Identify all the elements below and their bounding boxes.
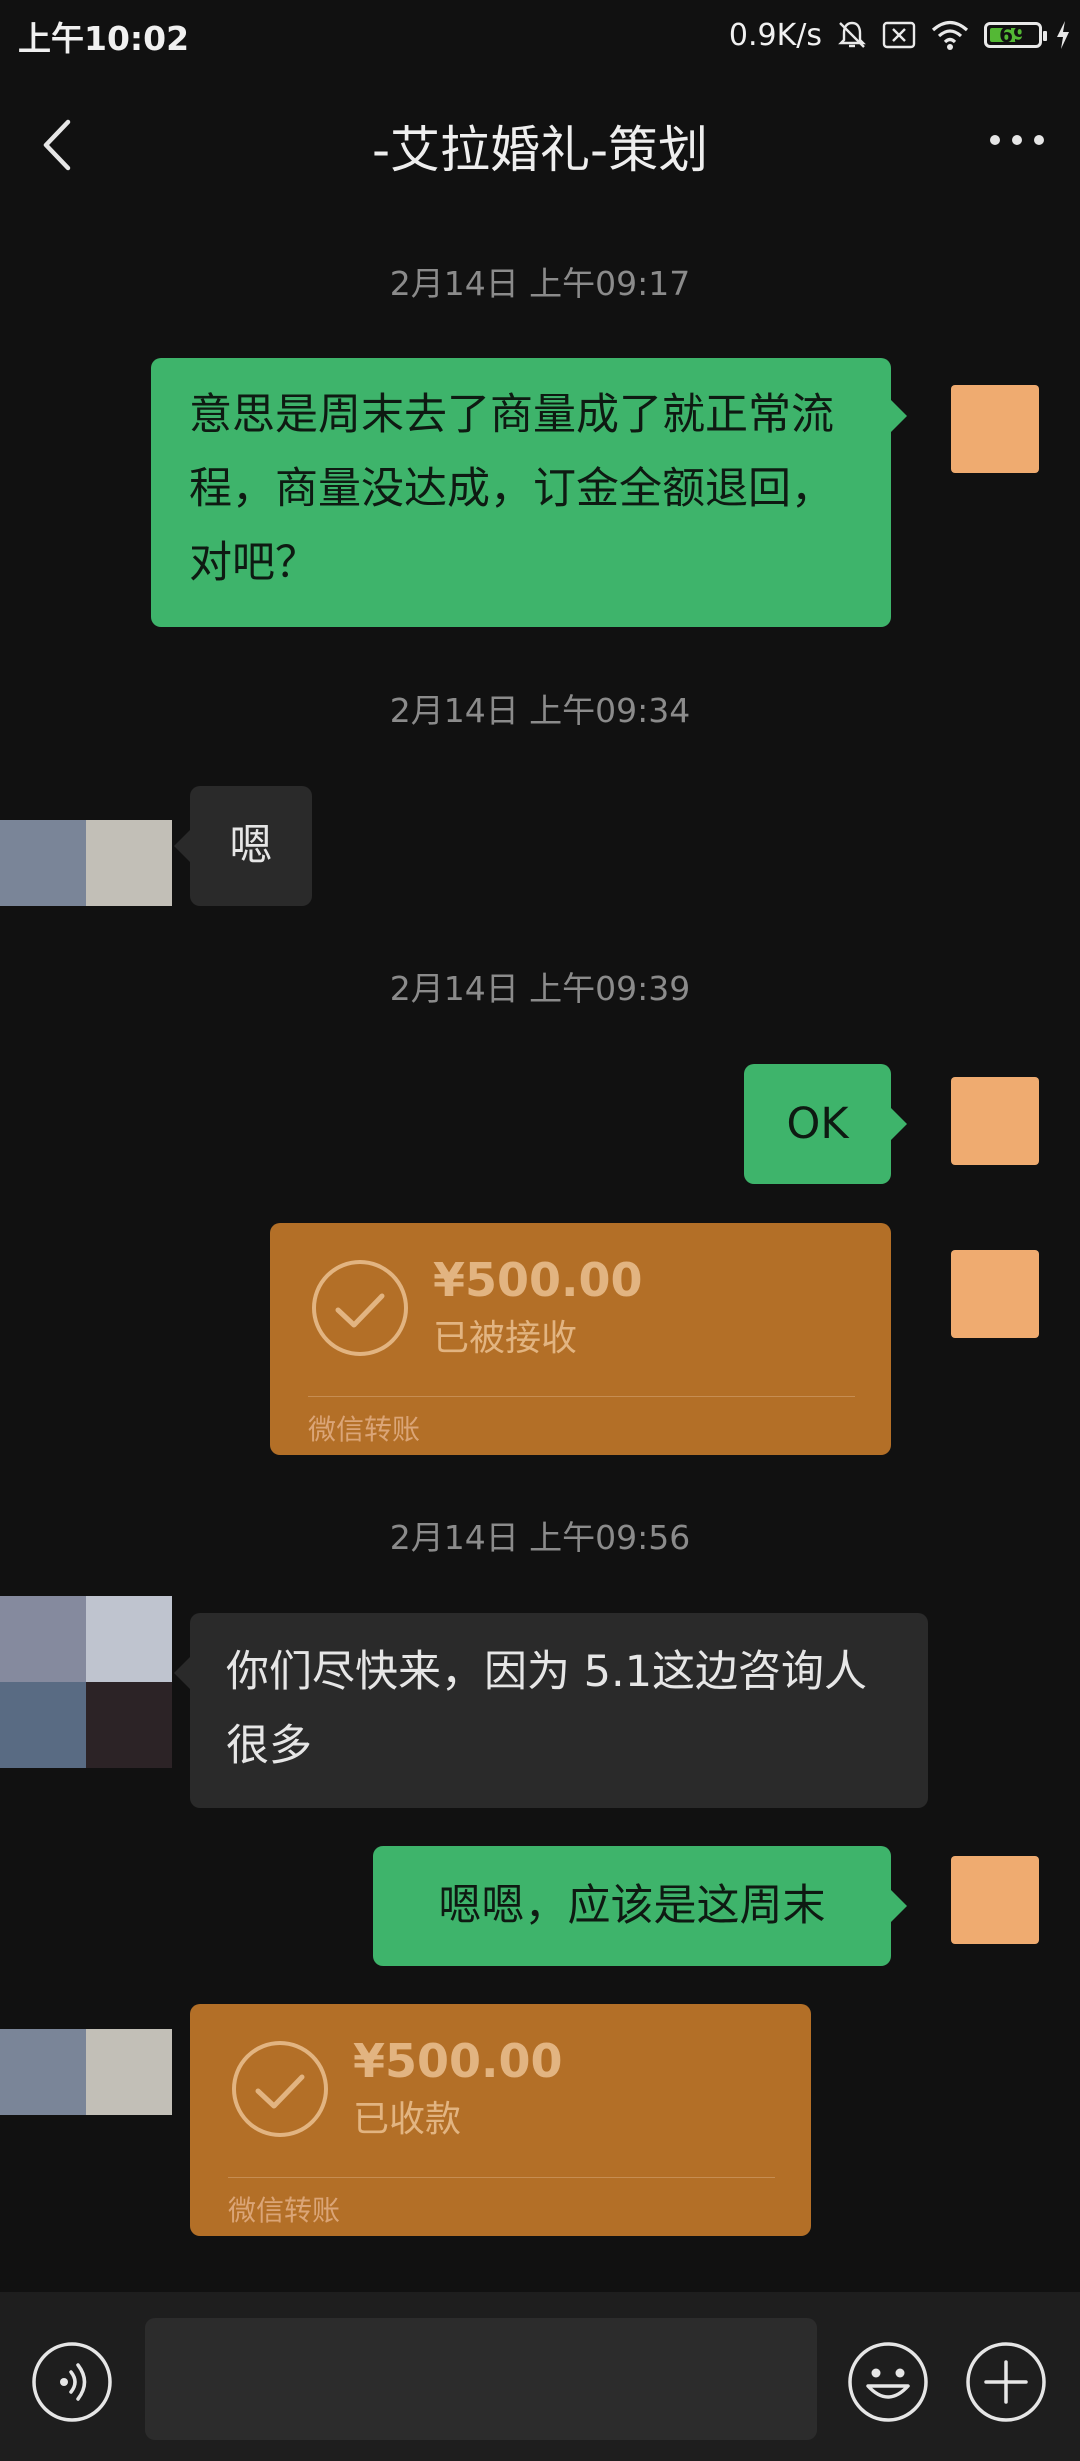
message-text: 意思是周末去了商量成了就正常流程，商量没达成，订金全额退回，对吧？ — [189, 390, 834, 588]
plus-icon[interactable] — [964, 2340, 1048, 2424]
message-timestamp: 2月14日 上午09:17 — [389, 264, 691, 303]
transfer-card[interactable]: ¥500.00 已收款 微信转账 — [190, 2004, 811, 2236]
chat-header: -艾拉婚礼-策划 — [0, 70, 1080, 220]
charging-icon — [1057, 21, 1069, 49]
my-avatar[interactable] — [951, 1077, 1039, 1165]
transfer-status: 已被接收 — [433, 1318, 578, 1359]
transfer-label: 微信转账 — [228, 2194, 341, 2227]
message-timestamp: 2月14日 上午09:34 — [389, 691, 691, 730]
message-text: 嗯嗯，应该是这周末 — [438, 1881, 826, 1931]
sent-message-bubble[interactable]: 嗯嗯，应该是这周末 — [373, 1846, 907, 1966]
sent-message-bubble[interactable]: 意思是周末去了商量成了就正常流程，商量没达成，订金全额退回，对吧？ — [151, 358, 907, 627]
no-sim-icon — [882, 21, 916, 49]
emoji-icon[interactable] — [846, 2340, 930, 2424]
status-time: 上午10:02 — [18, 19, 190, 58]
check-circle-icon — [312, 1260, 408, 1356]
transfer-card[interactable]: ¥500.00 已被接收 微信转账 — [270, 1223, 891, 1455]
voice-icon[interactable] — [30, 2340, 114, 2424]
message-text: 你们尽快来，因为 5.1这边咨询人很多 — [226, 1647, 868, 1771]
transfer-amount: ¥500.00 — [433, 1253, 643, 1307]
message-text: 嗯 — [229, 821, 273, 871]
received-message-bubble[interactable]: 你们尽快来，因为 5.1这边咨询人很多 — [174, 1613, 928, 1808]
message-timestamp: 2月14日 上午09:39 — [389, 969, 691, 1008]
transfer-divider — [228, 2177, 775, 2178]
transfer-status: 已收款 — [353, 2099, 462, 2140]
contact-avatar[interactable] — [0, 2029, 172, 2115]
sent-message-bubble[interactable]: OK — [744, 1064, 907, 1184]
contact-avatar[interactable] — [0, 820, 172, 906]
battery-icon: 69 — [984, 22, 1047, 48]
my-avatar[interactable] — [951, 1250, 1039, 1338]
input-bar — [0, 2292, 1080, 2461]
message-timestamp: 2月14日 上午09:56 — [389, 1518, 691, 1557]
transfer-label: 微信转账 — [308, 1413, 421, 1446]
received-message-bubble[interactable]: 嗯 — [174, 786, 312, 906]
my-avatar[interactable] — [951, 1856, 1039, 1944]
status-bar: 上午10:02 0.9K/s 69 — [0, 0, 1080, 70]
wifi-icon — [931, 20, 969, 50]
mute-bell-icon — [838, 21, 866, 48]
check-circle-icon — [232, 2041, 328, 2137]
status-icons: 0.9K/s 69 — [729, 10, 1070, 60]
network-speed: 0.9K/s — [728, 17, 822, 53]
contact-avatar[interactable] — [0, 1596, 172, 1768]
back-icon[interactable] — [30, 110, 90, 180]
message-input[interactable] — [145, 2318, 817, 2440]
battery-level: 69 — [999, 23, 1027, 47]
transfer-amount: ¥500.00 — [353, 2034, 563, 2088]
chat-title: -艾拉婚礼-策划 — [371, 121, 709, 179]
more-dots-icon[interactable] — [982, 120, 1052, 160]
my-avatar[interactable] — [951, 385, 1039, 473]
message-text: OK — [786, 1099, 849, 1149]
transfer-divider — [308, 1396, 855, 1397]
